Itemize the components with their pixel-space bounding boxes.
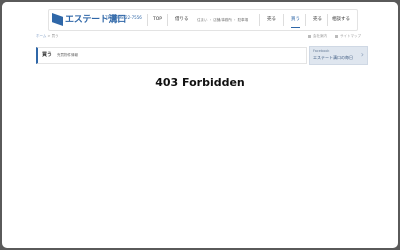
error-message: 403 Forbidden [155,76,245,89]
nav-divider [147,14,148,26]
facebook-banner[interactable]: Facebook エステート溝口の毎日 › [309,46,368,65]
nav-divider [259,14,260,26]
chevron-right-icon: › [360,50,364,59]
nav-rent-sub[interactable]: 住まい ・ 店舗/事務所 ・ 駐車場 [197,10,248,30]
nav-consult-left[interactable]: 売る [267,10,276,30]
site-header: エステート溝口 TEL 0798-22-7556 TOP 借りる 住まい ・ 店… [2,2,398,35]
breadcrumb-separator: > [47,34,51,38]
facebook-banner-label: Facebook [313,49,330,53]
nav-divider [283,14,284,26]
util-link-sitemap-label: サイトマップ [340,34,361,38]
util-link-company-label: 会社案内 [313,34,327,38]
util-link-company[interactable]: 会社案内 [308,32,327,40]
page-title: 買う [42,52,53,58]
square-bullet-icon [335,34,338,38]
page-title-band: 買う 売買物件情報 [36,47,307,64]
logo-mark-icon [52,13,63,26]
breadcrumb-current: 買う [51,34,59,38]
nav-buy[interactable]: 買う [291,13,300,28]
nav-sell[interactable]: 売る [313,10,322,30]
nav-rent[interactable]: 借りる [175,10,189,30]
breadcrumb-home[interactable]: ホーム [36,34,46,38]
nav-top[interactable]: TOP [153,10,162,30]
nav-divider [167,14,168,26]
browser-window: エステート溝口 TEL 0798-22-7556 TOP 借りる 住まい ・ 店… [2,2,398,248]
facebook-banner-title: エステート溝口の毎日 [313,55,353,60]
page-subtitle: 売買物件情報 [57,53,78,57]
nav-consult[interactable]: 相談する [332,10,350,30]
square-bullet-icon [308,34,311,38]
nav-divider [327,14,328,26]
global-nav: エステート溝口 TEL 0798-22-7556 TOP 借りる 住まい ・ 店… [48,9,358,31]
breadcrumb: ホーム > 買う [36,32,59,40]
nav-divider [305,14,306,26]
logo-phone: TEL 0798-22-7556 [105,15,142,20]
util-link-sitemap[interactable]: サイトマップ [335,32,361,40]
